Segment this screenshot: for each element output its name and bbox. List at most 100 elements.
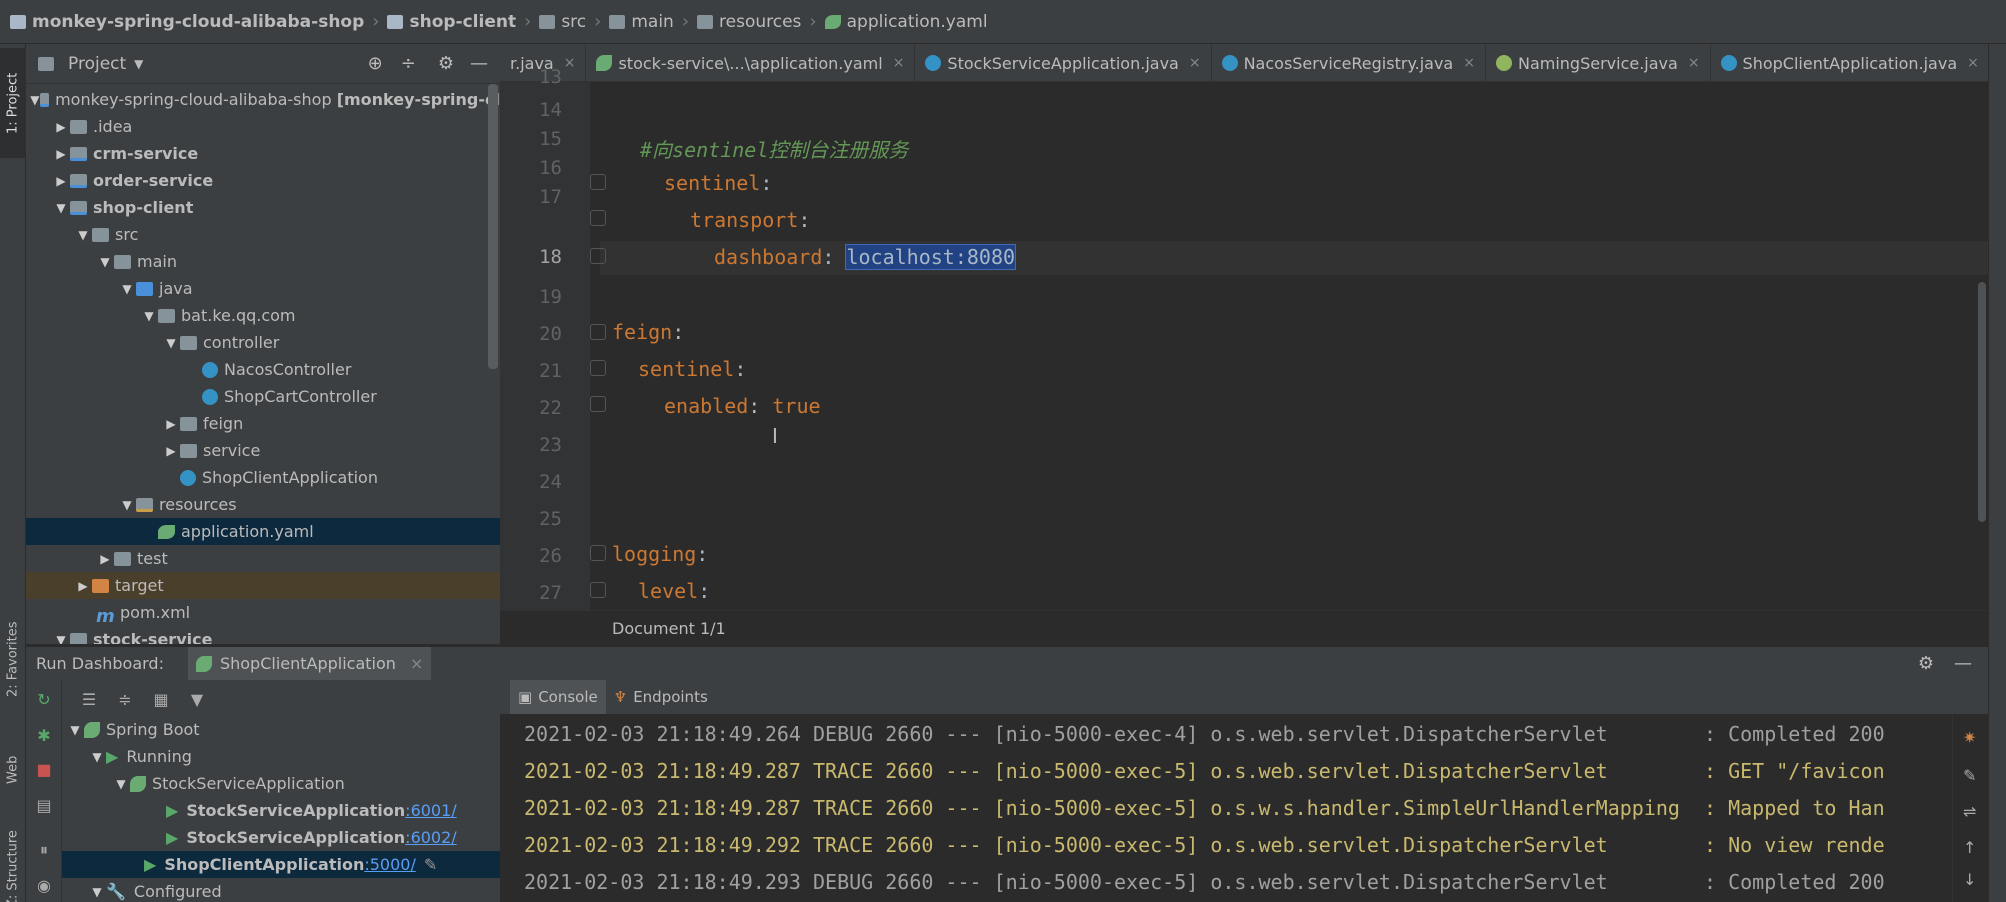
favorites-tool-tab[interactable]: 2: Favorites (0, 604, 26, 714)
layout-icon[interactable]: ▤ (35, 796, 53, 815)
expand-arrow-icon[interactable]: ▼ (88, 885, 106, 899)
rerun-icon[interactable]: ↻ (35, 690, 53, 709)
arrow-up-icon[interactable]: ↑ (1963, 838, 1976, 857)
project-view-selector[interactable]: Project (68, 54, 126, 74)
expand-all-icon[interactable]: ☰ (80, 690, 98, 709)
tree-item-shopcart-controller[interactable]: ShopCartController (26, 383, 500, 410)
tree-item-test[interactable]: ▶ test (26, 545, 500, 572)
breadcrumb-src[interactable]: src (539, 12, 586, 32)
port-link[interactable]: :5000/ (364, 855, 416, 874)
expand-arrow-icon[interactable]: ▶ (74, 579, 92, 593)
arrow-down-icon[interactable]: ↓ (1963, 870, 1976, 889)
bug-icon[interactable]: ✷ (1963, 728, 1976, 747)
pause-icon[interactable]: ⏸ (35, 840, 53, 859)
web-tool-tab[interactable]: Web (0, 740, 26, 800)
pencil-icon[interactable]: ✎ (1963, 766, 1976, 785)
run-tree-shop-client[interactable]: ▶ ShopClientApplication :5000/ ✎ (26, 851, 500, 878)
hide-icon[interactable]: — (470, 53, 488, 74)
tree-item-root[interactable]: ▼ monkey-spring-cloud-alibaba-shop [monk… (26, 86, 500, 113)
close-icon[interactable]: × (1189, 55, 1201, 71)
chevron-down-icon[interactable]: ▼ (134, 57, 143, 71)
expand-arrow-icon[interactable]: ▼ (96, 255, 114, 269)
port-link[interactable]: :6002/ (405, 828, 457, 847)
tree-item-order-service[interactable]: ▶ order-service (26, 167, 500, 194)
tab-stock-service-application[interactable]: StockServiceApplication.java × (915, 44, 1212, 81)
selected-text[interactable]: localhost:8080 (845, 244, 1017, 270)
port-link[interactable]: :6001/ (405, 801, 457, 820)
tree-item-application-yaml[interactable]: application.yaml (26, 518, 500, 545)
expand-arrow-icon[interactable]: ▼ (74, 228, 92, 242)
fold-marker-icon[interactable] (590, 360, 606, 376)
tree-item-nacos-controller[interactable]: NacosController (26, 356, 500, 383)
project-tool-tab[interactable]: 1: Project (0, 48, 26, 158)
project-scrollbar[interactable] (488, 84, 498, 369)
editor-scrollbar[interactable] (1978, 282, 1986, 522)
breadcrumb-resources[interactable]: resources (697, 12, 801, 32)
tree-item-controller[interactable]: ▼ controller (26, 329, 500, 356)
stop-icon[interactable]: ■ (35, 760, 53, 779)
filter-icon[interactable]: ▼ (188, 690, 206, 709)
close-icon[interactable]: × (1967, 55, 1979, 71)
expand-arrow-icon[interactable]: ▼ (118, 282, 136, 296)
structure-tool-tab[interactable]: Z: Structure (0, 814, 26, 902)
fold-marker-icon[interactable] (590, 210, 606, 226)
expand-arrow-icon[interactable]: ▼ (30, 93, 40, 107)
run-tree-stock-group[interactable]: ▼ StockServiceApplication (26, 770, 500, 797)
tree-item-shopclient-application[interactable]: ShopClientApplication (26, 464, 500, 491)
breadcrumb-module[interactable]: shop-client (387, 12, 516, 32)
soft-wrap-icon[interactable]: ⇌ (1963, 802, 1976, 821)
close-icon[interactable]: × (1463, 55, 1475, 71)
tree-item-package[interactable]: ▼ bat.ke.qq.com (26, 302, 500, 329)
tree-item-target[interactable]: ▶ target (26, 572, 500, 599)
expand-arrow-icon[interactable]: ▼ (66, 723, 84, 737)
fold-marker-icon[interactable] (590, 396, 606, 412)
collapse-icon[interactable]: ÷ (401, 53, 416, 74)
locate-icon[interactable]: ⊕ (368, 53, 383, 74)
tree-item-stock-service[interactable]: ▼ stock-service (26, 626, 500, 644)
fold-marker-icon[interactable] (590, 545, 606, 561)
expand-arrow-icon[interactable]: ▼ (52, 201, 70, 215)
close-icon[interactable]: × (410, 654, 423, 673)
breadcrumb-project[interactable]: monkey-spring-cloud-alibaba-shop (10, 12, 364, 32)
expand-arrow-icon[interactable]: ▶ (162, 444, 180, 458)
expand-arrow-icon[interactable]: ▶ (52, 174, 70, 188)
tree-item-shop-client[interactable]: ▼ shop-client (26, 194, 500, 221)
tree-item-java[interactable]: ▼ java (26, 275, 500, 302)
tab-shop-client-application[interactable]: ShopClientApplication.java × (1711, 44, 1990, 81)
tree-item-feign[interactable]: ▶ feign (26, 410, 500, 437)
hide-icon[interactable]: — (1954, 653, 1972, 674)
tree-item-pom[interactable]: m pom.xml (26, 599, 500, 627)
run-tree-stock-6001[interactable]: ▶ StockServiceApplication :6001/ (26, 797, 500, 824)
tree-item-src[interactable]: ▼ src (26, 221, 500, 248)
tree-item-main[interactable]: ▼ main (26, 248, 500, 275)
run-tree-stock-6002[interactable]: ▶ StockServiceApplication :6002/ (26, 824, 500, 851)
tab-stock-application-yaml[interactable]: stock-service\...\application.yaml × (586, 44, 916, 81)
close-icon[interactable]: × (564, 55, 576, 71)
run-tree-running[interactable]: ▼ ▶ Running (26, 743, 500, 770)
expand-arrow-icon[interactable]: ▼ (118, 498, 136, 512)
expand-arrow-icon[interactable]: ▶ (162, 417, 180, 431)
fold-marker-icon[interactable] (590, 174, 606, 190)
fold-marker-icon[interactable] (590, 582, 606, 598)
expand-arrow-icon[interactable]: ▼ (88, 750, 106, 764)
tab-endpoints[interactable]: ♆ Endpoints (606, 680, 716, 714)
expand-arrow-icon[interactable]: ▶ (52, 147, 70, 161)
breadcrumb-file[interactable]: application.yaml (824, 12, 988, 32)
gear-icon[interactable]: ⚙ (1918, 653, 1934, 674)
gear-icon[interactable]: ⚙ (438, 53, 454, 74)
tree-item-crm-service[interactable]: ▶ crm-service (26, 140, 500, 167)
collapse-all-icon[interactable]: ≑ (116, 690, 134, 709)
expand-arrow-icon[interactable]: ▶ (52, 120, 70, 134)
expand-arrow-icon[interactable]: ▶ (96, 552, 114, 566)
fold-marker-icon[interactable] (590, 324, 606, 340)
expand-arrow-icon[interactable]: ▼ (112, 777, 130, 791)
camera-icon[interactable]: ◉ (35, 876, 53, 895)
group-by-icon[interactable]: ▦ (152, 690, 170, 709)
close-icon[interactable]: × (1688, 55, 1700, 71)
tree-item-resources[interactable]: ▼ resources (26, 491, 500, 518)
tab-nacos-service-registry[interactable]: NacosServiceRegistry.java × (1212, 44, 1486, 81)
breadcrumb-main[interactable]: main (609, 12, 674, 32)
fold-marker-icon[interactable] (590, 248, 606, 264)
tab-naming-service[interactable]: NamingService.java × (1486, 44, 1711, 81)
expand-arrow-icon[interactable]: ▼ (52, 633, 70, 645)
